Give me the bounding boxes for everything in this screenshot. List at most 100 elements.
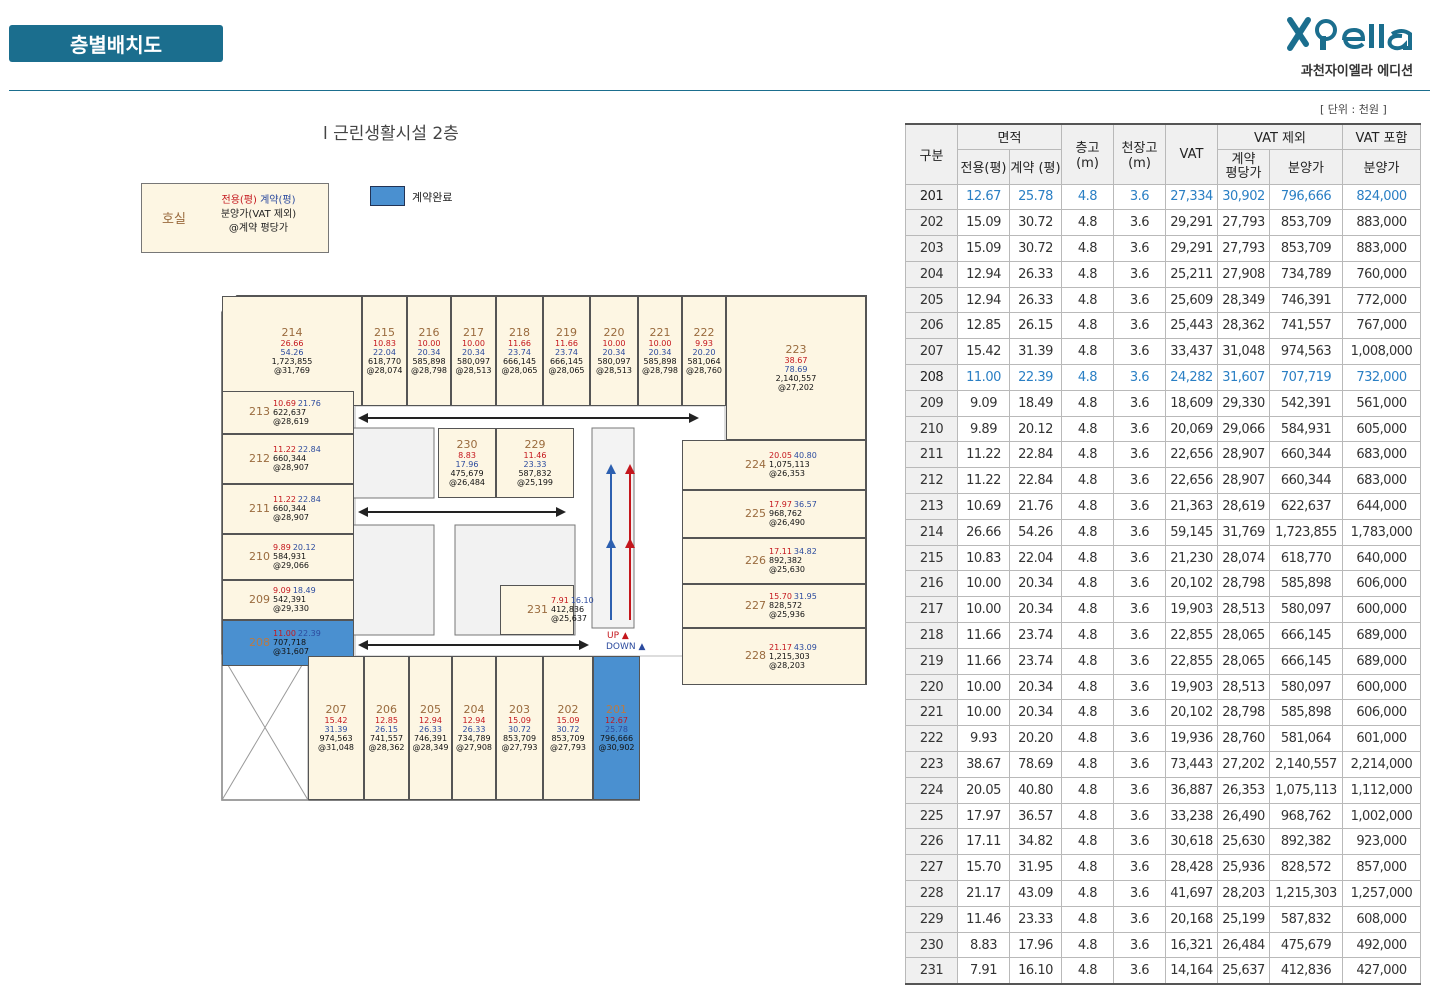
unit-contract-area: 34.82	[793, 547, 817, 556]
table-cell: 21,363	[1165, 493, 1218, 520]
unit-223[interactable]: 223 38.67 78.69 2,140,557 @27,202	[726, 296, 866, 440]
table-row: 226 17.11 34.82 4.8 3.6 30,618 25,630 892,382 92…	[905, 828, 1421, 856]
table-cell: 25,443	[1165, 312, 1218, 340]
unit-area-line: 21.17 43.09	[769, 643, 817, 652]
unit-price-per-pyeong: @28,074	[366, 366, 403, 375]
legend-contract: 계약(평)	[260, 195, 296, 206]
table-cell: 40.80	[1009, 776, 1062, 804]
unit-exclusive-area: 9.09	[273, 586, 291, 595]
th-exclusive: 전용(평)	[957, 148, 1010, 185]
table-row: 224 20.05 40.80 4.8 3.6 36,887 26,353 1,075,113…	[905, 776, 1421, 804]
table-cell: 3.6	[1113, 905, 1166, 933]
table-cell-room: 227	[905, 854, 958, 882]
table-cell: 584,931	[1269, 415, 1343, 443]
unit-201[interactable]: 201 12.67 25.78 796,666 @30,902	[593, 656, 640, 800]
unit-220[interactable]: 220 10.00 20.34 580,097 @28,513	[590, 296, 638, 406]
table-cell: 20,168	[1165, 905, 1218, 933]
table-cell: 10.00	[957, 699, 1010, 727]
unit-contract-area: 20.34	[462, 348, 485, 357]
table-cell: 22.84	[1009, 467, 1062, 495]
table-cell: 9.09	[957, 389, 1010, 417]
table-cell: 580,097	[1269, 673, 1343, 701]
table-cell: 3.6	[1113, 880, 1166, 907]
table-cell: 618,770	[1269, 544, 1343, 572]
unit-label-stack: 207 15.42 31.39 974,563 @31,048	[309, 657, 363, 799]
unit-210[interactable]: 210 9.89 20.12 584,931 @29,066	[222, 534, 354, 580]
unit-contract-area: 20.20	[692, 348, 716, 357]
table-cell: 3.6	[1113, 415, 1166, 443]
contract-done-swatch	[370, 186, 405, 206]
table-row: 231 7.91 16.10 4.8 3.6 14,164 25,637 412,836 427…	[905, 957, 1421, 986]
unit-209[interactable]: 209 9.09 18.49 542,391 @29,330	[222, 580, 354, 620]
table-cell: 640,000	[1342, 544, 1421, 572]
unit-area-line: 11.22 22.84	[273, 495, 321, 504]
unit-price: 660,344	[273, 504, 307, 513]
unit-229[interactable]: 229 11.46 23.33 587,832 @25,199	[496, 428, 574, 498]
unit-231[interactable]: 231 7.91 16.10 412,836 @25,637	[500, 585, 594, 635]
unit-number: 219	[556, 326, 577, 339]
unit-219[interactable]: 219 11.66 23.74 666,145 @28,065	[543, 296, 590, 406]
unit-221[interactable]: 221 10.00 20.34 585,898 @28,798	[638, 296, 682, 406]
unit-227[interactable]: 227 15.70 31.95 828,572 @25,936	[682, 584, 866, 628]
table-cell-room: 226	[905, 828, 958, 856]
table-cell: 12.67	[957, 183, 1010, 211]
unit-228[interactable]: 228 21.17 43.09 1,215,303 @28,203	[682, 628, 866, 685]
unit-214[interactable]: 214 26.66 54.26 1,723,855 @31,769	[222, 296, 362, 406]
unit-218[interactable]: 218 11.66 23.74 666,145 @28,065	[496, 296, 543, 406]
unit-207[interactable]: 207 15.42 31.39 974,563 @31,048	[308, 656, 364, 800]
table-cell: 15.42	[957, 338, 1010, 366]
table-cell: 4.8	[1061, 673, 1114, 701]
unit-215[interactable]: 215 10.83 22.04 618,770 @28,074	[362, 296, 407, 406]
unit-exclusive-area: 10.83	[373, 339, 396, 348]
table-cell: 734,789	[1269, 260, 1343, 288]
table-cell: 1,075,113	[1269, 776, 1343, 804]
unit-number: 210	[249, 549, 270, 563]
unit-contract-area: 26.33	[419, 725, 442, 734]
unit-226[interactable]: 226 17.11 34.82 892,382 @25,630	[682, 538, 866, 584]
legend-box: 호실 전용(평) 계약(평) 분양가(VAT 제외) @계약 평당가	[141, 183, 329, 253]
table-cell: 4.8	[1061, 260, 1114, 288]
unit-224[interactable]: 224 20.05 40.80 1,075,113 @26,353	[682, 440, 866, 490]
unit-price-per-pyeong: @28,349	[412, 743, 449, 752]
unit-225[interactable]: 225 17.97 36.57 968,762 @26,490	[682, 490, 866, 538]
unit-price-per-pyeong: @29,066	[273, 561, 309, 570]
table-cell: 16,321	[1165, 931, 1218, 959]
unit-number: 231	[527, 602, 548, 616]
unit-230[interactable]: 230 8.83 17.96 475,679 @26,484	[438, 428, 496, 498]
table-cell-room: 217	[905, 596, 958, 624]
unit-222[interactable]: 222 9.93 20.20 581,064 @28,760	[682, 296, 726, 406]
unit-area-line: 17.97 36.57	[769, 500, 817, 509]
unit-216[interactable]: 216 10.00 20.34 585,898 @28,798	[407, 296, 451, 406]
unit-203[interactable]: 203 15.09 30.72 853,709 @27,793	[496, 656, 543, 800]
unit-values: 20.05 40.80 1,075,113 @26,353	[769, 451, 817, 478]
unit-205[interactable]: 205 12.94 26.33 746,391 @28,349	[409, 656, 452, 800]
table-cell: 644,000	[1342, 493, 1421, 520]
unit-213[interactable]: 213 10.69 21.76 622,637 @28,619	[222, 391, 354, 434]
table-cell: 587,832	[1269, 905, 1343, 933]
unit-211[interactable]: 211 11.22 22.84 660,344 @28,907	[222, 484, 354, 534]
table-cell: 26,490	[1217, 802, 1270, 830]
table-cell: 9.93	[957, 725, 1010, 753]
table-cell: 1,112,000	[1342, 776, 1421, 804]
unit-price: 974,563	[319, 734, 353, 743]
unit-price-per-pyeong: @26,353	[769, 469, 805, 478]
unit-202[interactable]: 202 15.09 30.72 853,709 @27,793	[543, 656, 593, 800]
unit-number: 227	[745, 598, 766, 612]
unit-contract-area: 20.34	[417, 348, 441, 357]
unit-area-line: 7.91 16.10	[551, 596, 594, 605]
unit-212[interactable]: 212 11.22 22.84 660,344 @28,907	[222, 434, 354, 484]
table-cell: 1,723,855	[1269, 518, 1343, 546]
unit-204[interactable]: 204 12.94 26.33 734,789 @27,908	[452, 656, 496, 800]
unit-price: 968,762	[769, 509, 803, 518]
table-cell-room: 206	[905, 312, 958, 340]
unit-206[interactable]: 206 12.85 26.15 741,557 @28,362	[364, 656, 409, 800]
table-cell-room: 201	[905, 183, 958, 211]
unit-label-stack: 219 11.66 23.74 666,145 @28,065	[544, 297, 589, 405]
table-cell: 29,291	[1165, 235, 1218, 262]
th-vat: VAT	[1165, 123, 1218, 185]
unit-217[interactable]: 217 10.00 20.34 580,097 @28,513	[451, 296, 496, 406]
table-cell: 3.6	[1113, 389, 1166, 417]
unit-contract-area: 43.09	[793, 642, 817, 652]
unit-price: 542,391	[273, 595, 307, 604]
table-cell: 20.20	[1009, 725, 1062, 753]
